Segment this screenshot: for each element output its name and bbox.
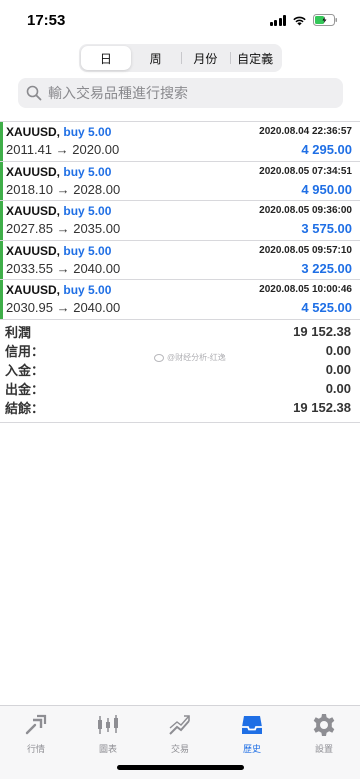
trade-prices: 2011.41 → 2020.00	[6, 142, 120, 157]
history-icon	[242, 716, 262, 734]
period-selector: 日 周 月份 自定義	[79, 44, 282, 72]
trade-symbol: XAUUSD,	[6, 243, 61, 258]
trade-side: buy 5.00	[63, 283, 112, 298]
home-indicator	[117, 765, 244, 770]
buy-indicator-bar	[0, 161, 3, 201]
summary-label: 出金：	[5, 382, 45, 397]
status-bar: 17:53	[0, 0, 360, 44]
summary-label: 利潤	[5, 325, 32, 340]
trade-symbol: XAUUSD,	[6, 283, 61, 298]
trade-profit: 4 525.00	[301, 300, 352, 316]
trade-symbol: XAUUSD,	[6, 164, 61, 179]
summary-value: 19 152.38	[293, 400, 351, 415]
period-tab-day[interactable]: 日	[81, 46, 131, 70]
trade-side: buy 5.00	[63, 125, 112, 139]
weibo-icon	[154, 353, 164, 362]
trade-symbol: XAUUSD,	[6, 204, 61, 219]
trade-datetime: 2020.08.05 07:34:51	[259, 165, 352, 177]
status-time: 17:53	[27, 12, 66, 29]
trade-prices: 2018.10 → 2028.00	[6, 181, 121, 197]
trade-symbol-line: XAUUSD, buy 5.00	[6, 283, 111, 297]
watermark-text: @财经分析-红逸	[167, 353, 226, 362]
trade-symbol-line: XAUUSD, buy 5.00	[6, 125, 111, 139]
summary-row-balance: 結餘： 19 152.38	[5, 398, 354, 417]
summary-row-withdrawal: 出金： 0.00	[5, 379, 354, 398]
trade-row[interactable]: XAUUSD, buy 5.00 2020.08.05 07:34:51 201…	[0, 161, 360, 202]
trade-symbol-line: XAUUSD, buy 5.00	[6, 244, 111, 258]
settings-icon	[313, 714, 335, 736]
period-tab-month[interactable]: 月份	[180, 46, 231, 70]
signal-icon	[269, 14, 286, 26]
period-tab-week[interactable]: 周	[131, 46, 181, 70]
trade-prices: 2030.95 → 2040.00	[6, 300, 121, 316]
trade-datetime: 2020.08.05 09:57:10	[259, 244, 352, 256]
quotes-icon	[25, 714, 47, 735]
trade-symbol: XAUUSD,	[6, 125, 61, 139]
trade-profit: 3 225.00	[301, 260, 352, 276]
trade-symbol-line: XAUUSD, buy 5.00	[6, 165, 111, 179]
trade-datetime: 2020.08.04 22:36:57	[259, 126, 352, 137]
account-summary: 利潤 19 152.38 信用： 0.00 入金： 0.00 出金： 0.00 …	[0, 322, 360, 423]
tab-settings[interactable]: 設置	[288, 706, 360, 779]
buy-indicator-bar	[0, 280, 3, 319]
buy-indicator-bar	[0, 201, 3, 240]
summary-label: 結餘：	[5, 401, 45, 416]
buy-indicator-bar	[0, 122, 3, 161]
trade-icon	[169, 715, 190, 735]
tab-label: 歷史	[242, 744, 261, 754]
tab-quotes[interactable]: 行情	[0, 706, 72, 779]
chart-icon	[98, 715, 118, 734]
summary-label: 入金：	[5, 363, 45, 378]
search-bar[interactable]	[18, 78, 343, 108]
trade-row[interactable]: XAUUSD, buy 5.00 2020.08.05 10:00:46 203…	[0, 280, 360, 320]
tab-label: 行情	[26, 744, 45, 754]
search-input[interactable]	[48, 85, 328, 101]
summary-value: 0.00	[325, 362, 351, 377]
buy-indicator-bar	[0, 240, 3, 280]
trade-row[interactable]: XAUUSD, buy 5.00 2020.08.05 09:57:10 203…	[0, 240, 360, 281]
period-tab-custom[interactable]: 自定義	[230, 46, 280, 70]
trade-row[interactable]: XAUUSD, buy 5.00 2020.08.04 22:36:57 201…	[0, 122, 360, 162]
trade-prices: 2033.55 → 2040.00	[6, 260, 121, 276]
trade-datetime: 2020.08.05 09:36:00	[259, 205, 352, 217]
trade-datetime: 2020.08.05 10:00:46	[259, 284, 352, 296]
trade-row[interactable]: XAUUSD, buy 5.00 2020.08.05 09:36:00 202…	[0, 201, 360, 241]
tab-label: 圖表	[98, 744, 117, 754]
trade-prices: 2027.85 → 2035.00	[6, 221, 121, 237]
trade-history-list: XAUUSD, buy 5.00 2020.08.04 22:36:57 201…	[0, 121, 360, 320]
tab-label: 交易	[170, 744, 189, 754]
trade-profit: 3 575.00	[301, 221, 352, 237]
summary-value: 0.00	[325, 381, 351, 396]
status-icons	[269, 14, 339, 26]
summary-row-profit: 利潤 19 152.38	[5, 322, 354, 341]
battery-icon	[313, 14, 338, 26]
trade-side: buy 5.00	[63, 164, 112, 179]
trade-profit: 4 295.00	[301, 142, 352, 157]
summary-label: 信用：	[5, 344, 45, 359]
search-icon	[26, 85, 42, 101]
tab-label: 設置	[314, 744, 333, 754]
trade-symbol-line: XAUUSD, buy 5.00	[6, 204, 111, 218]
trade-profit: 4 950.00	[301, 181, 352, 197]
trade-side: buy 5.00	[63, 204, 112, 219]
summary-value: 0.00	[325, 343, 351, 358]
trade-side: buy 5.00	[63, 243, 112, 258]
watermark: @财经分析-红逸	[154, 352, 226, 363]
summary-value: 19 152.38	[293, 324, 351, 339]
wifi-icon	[292, 15, 307, 26]
